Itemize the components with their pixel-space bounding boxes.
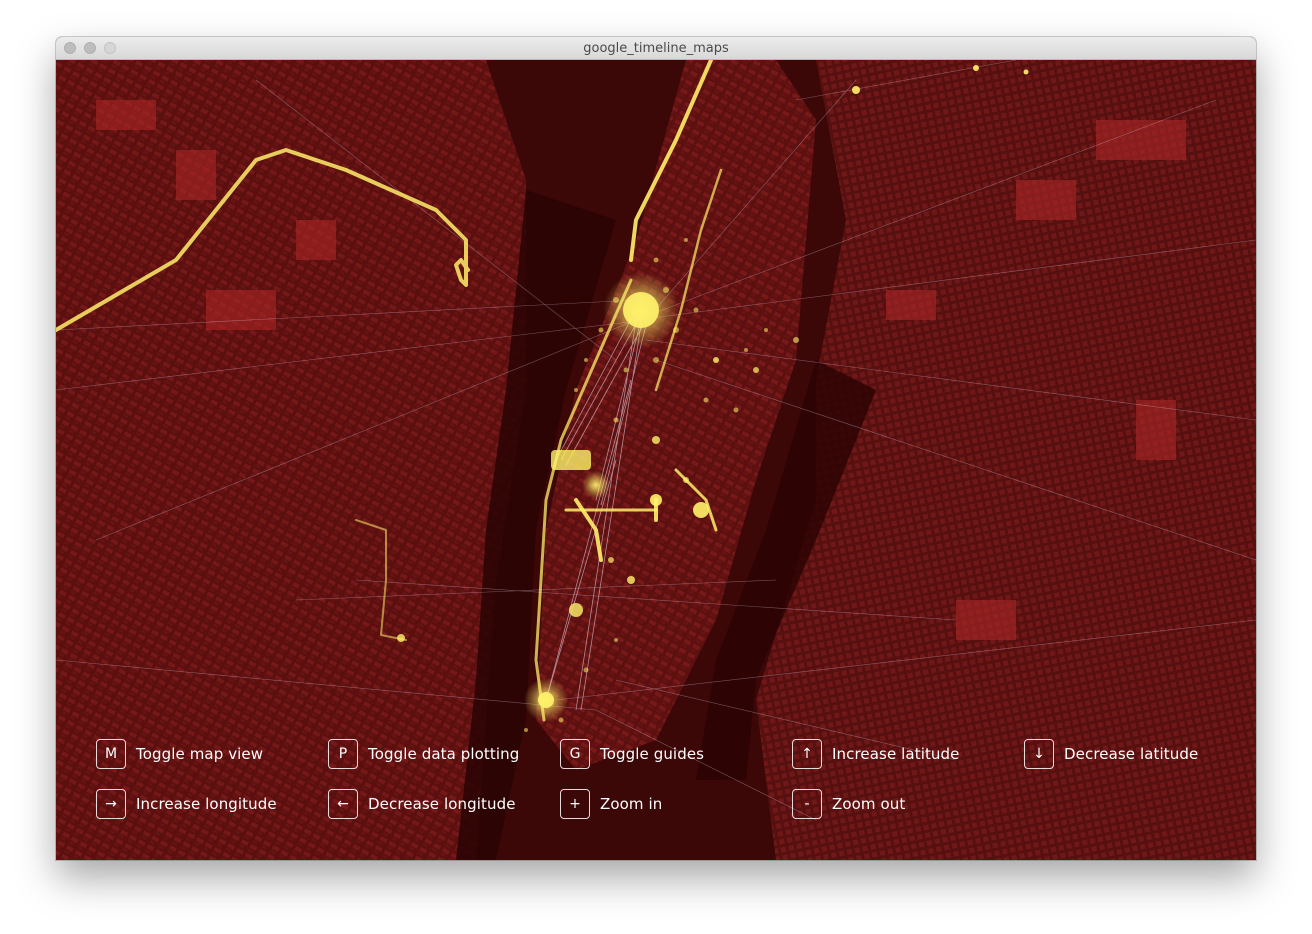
window-title: google_timeline_maps [583, 41, 729, 56]
arrow-down-icon: ↓ [1024, 739, 1054, 769]
control-label: Toggle guides [600, 745, 705, 763]
keycap-m: M [96, 739, 126, 769]
control-label: Toggle map view [136, 745, 264, 763]
arrow-right-icon: → [96, 789, 126, 819]
arrow-left-icon: ← [328, 789, 358, 819]
control-toggle-map[interactable]: M Toggle map view [96, 738, 263, 770]
control-zoom-out[interactable]: - Zoom out [792, 788, 905, 820]
control-increase-longitude[interactable]: → Increase longitude [96, 788, 277, 820]
control-label: Zoom out [832, 795, 906, 813]
control-label: Zoom in [600, 795, 663, 813]
keycap-p: P [328, 739, 358, 769]
minus-icon: - [792, 789, 822, 819]
control-label: Decrease latitude [1064, 745, 1199, 763]
control-label: Decrease longitude [368, 795, 516, 813]
app-window: google_timeline_maps M Toggle map view P… [56, 37, 1256, 860]
arrow-up-icon: ↑ [792, 739, 822, 769]
control-label: Toggle data plotting [368, 745, 520, 763]
control-decrease-longitude[interactable]: ← Decrease longitude [328, 788, 516, 820]
plus-icon: + [560, 789, 590, 819]
control-decrease-latitude[interactable]: ↓ Decrease latitude [1024, 738, 1198, 770]
keycap-g: G [560, 739, 590, 769]
control-toggle-guides[interactable]: G Toggle guides [560, 738, 704, 770]
control-label: Increase longitude [136, 795, 277, 813]
control-increase-latitude[interactable]: ↑ Increase latitude [792, 738, 960, 770]
control-label: Increase latitude [832, 745, 960, 763]
title-bar: google_timeline_maps [56, 37, 1256, 60]
control-toggle-data-plotting[interactable]: P Toggle data plotting [328, 738, 519, 770]
control-zoom-in[interactable]: + Zoom in [560, 788, 662, 820]
